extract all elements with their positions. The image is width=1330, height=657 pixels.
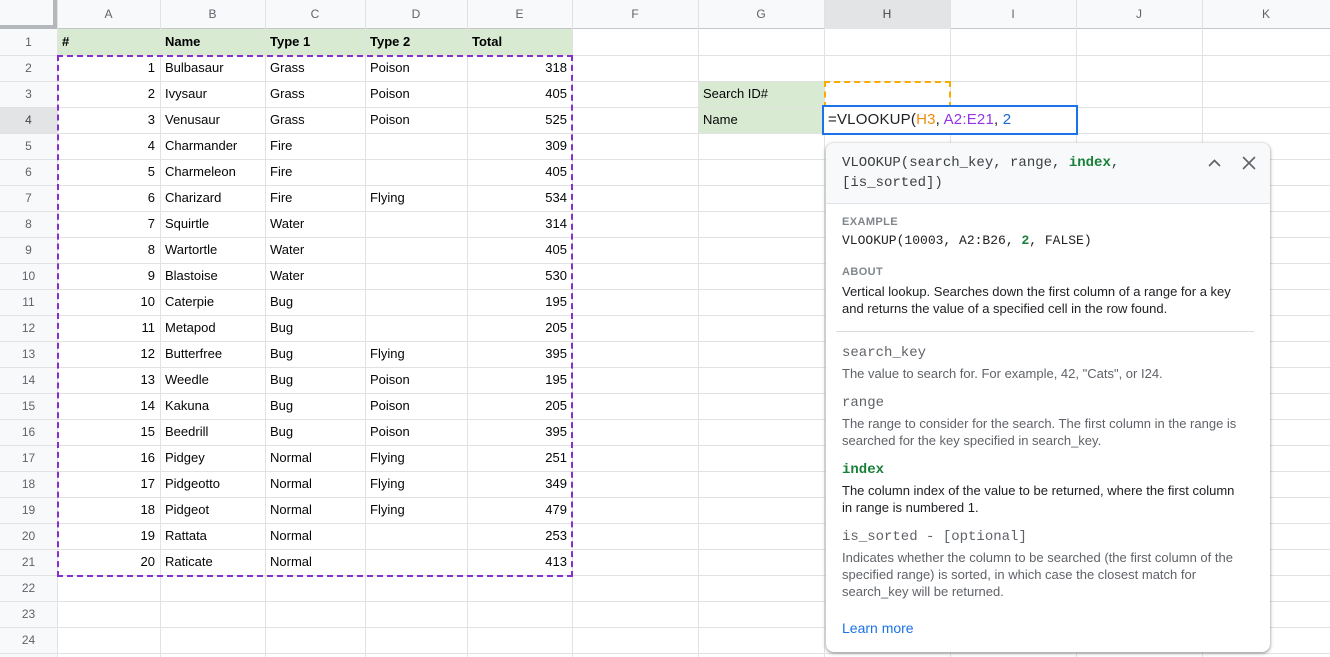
cell-editor[interactable]: =VLOOKUP(H3, A2:E21, 2 — [822, 105, 1078, 135]
param-name-text: is_sorted — [842, 529, 918, 545]
column-header-A[interactable]: A — [57, 0, 160, 29]
param-name-text: search_key — [842, 345, 926, 361]
row-header-2[interactable]: 2 — [0, 55, 57, 81]
signature-prefix: VLOOKUP(search_key, range, — [842, 155, 1069, 171]
row-header-18[interactable]: 18 — [0, 471, 57, 497]
cell-G3[interactable]: Search ID# — [698, 81, 824, 107]
param-desc: Indicates whether the column to be searc… — [842, 549, 1246, 600]
range-highlight-purple — [57, 55, 573, 577]
learn-more-link[interactable]: Learn more — [842, 620, 914, 636]
cell-A1[interactable]: # — [57, 29, 160, 55]
param-range: range The range to consider for the sear… — [842, 394, 1246, 449]
column-header-K[interactable]: K — [1202, 0, 1330, 29]
param-index: index The column index of the value to b… — [842, 461, 1246, 516]
row-header-14[interactable]: 14 — [0, 367, 57, 393]
row-header-13[interactable]: 13 — [0, 341, 57, 367]
example-formula: VLOOKUP(10003, A2:B26, 2, FALSE) — [842, 233, 1246, 249]
param-is-sorted: is_sorted - [optional] Indicates whether… — [842, 528, 1246, 600]
column-header-D[interactable]: D — [365, 0, 467, 29]
popup-header-actions — [1208, 153, 1256, 170]
row-header-22[interactable]: 22 — [0, 575, 57, 601]
divider — [836, 331, 1254, 332]
cell-B1[interactable]: Name — [160, 29, 265, 55]
signature-active-param: index — [1069, 155, 1111, 171]
example-prefix: VLOOKUP(10003, A2:B26, — [842, 233, 1021, 248]
column-header-G[interactable]: G — [698, 0, 824, 29]
row-header-1[interactable]: 1 — [0, 29, 57, 55]
row-header-17[interactable]: 17 — [0, 445, 57, 471]
column-header-B[interactable]: B — [160, 0, 265, 29]
param-name: is_sorted - [optional] — [842, 528, 1246, 546]
reference-highlight-orange — [824, 81, 951, 108]
param-name: search_key — [842, 344, 1246, 362]
cell-C1[interactable]: Type 1 — [265, 29, 365, 55]
param-desc: The range to consider for the search. Th… — [842, 415, 1246, 449]
collapse-icon[interactable] — [1208, 159, 1221, 167]
row-header-20[interactable]: 20 — [0, 523, 57, 549]
param-name: range — [842, 394, 1246, 412]
param-search-key: search_key The value to search for. For … — [842, 344, 1246, 382]
row-header-8[interactable]: 8 — [0, 211, 57, 237]
popup-header: VLOOKUP(search_key, range, index, [is_so… — [826, 143, 1270, 204]
column-header-C[interactable]: C — [265, 0, 365, 29]
row-header-24[interactable]: 24 — [0, 627, 57, 653]
spreadsheet-app: ABCDEFGHIJK12345678910111213141516171819… — [0, 0, 1330, 657]
param-desc: The value to search for. For example, 42… — [842, 365, 1246, 382]
example-suffix: , FALSE) — [1029, 233, 1091, 248]
about-text: Vertical lookup. Searches down the first… — [842, 283, 1246, 317]
row-header-4[interactable]: 4 — [0, 107, 57, 133]
cell-E1[interactable]: Total — [467, 29, 572, 55]
cell-D1[interactable]: Type 2 — [365, 29, 467, 55]
gridline — [0, 653, 1330, 654]
column-header-F[interactable]: F — [572, 0, 698, 29]
formula-token-3: A2:E21 — [944, 111, 994, 128]
row-header-16[interactable]: 16 — [0, 419, 57, 445]
cell-G4[interactable]: Name — [698, 107, 824, 133]
formula-token-2: , — [936, 111, 944, 128]
formula-signature: VLOOKUP(search_key, range, index, [is_so… — [842, 153, 1198, 193]
row-header-11[interactable]: 11 — [0, 289, 57, 315]
select-all-corner[interactable] — [0, 0, 57, 29]
param-desc: The column index of the value to be retu… — [842, 482, 1246, 516]
row-header-6[interactable]: 6 — [0, 159, 57, 185]
row-header-10[interactable]: 10 — [0, 263, 57, 289]
row-header-19[interactable]: 19 — [0, 497, 57, 523]
param-name-suffix: - [optional] — [918, 529, 1027, 545]
row-header-12[interactable]: 12 — [0, 315, 57, 341]
close-icon[interactable] — [1242, 156, 1256, 170]
popup-body: EXAMPLE VLOOKUP(10003, A2:B26, 2, FALSE)… — [826, 204, 1270, 652]
column-header-H[interactable]: H — [824, 0, 950, 29]
about-label: ABOUT — [842, 266, 1246, 278]
formula-token-4: , — [994, 111, 1003, 128]
param-name-text: range — [842, 395, 884, 411]
row-header-3[interactable]: 3 — [0, 81, 57, 107]
column-header-J[interactable]: J — [1076, 0, 1202, 29]
example-label: EXAMPLE — [842, 216, 1246, 228]
row-header-15[interactable]: 15 — [0, 393, 57, 419]
row-header-21[interactable]: 21 — [0, 549, 57, 575]
formula-token-0: =VLOOKUP( — [828, 111, 916, 128]
param-name: index — [842, 461, 1246, 479]
column-header-E[interactable]: E — [467, 0, 572, 29]
param-name-text: index — [842, 462, 884, 478]
formula-help-popup: VLOOKUP(search_key, range, index, [is_so… — [826, 143, 1270, 652]
formula-token-1: H3 — [916, 111, 936, 128]
row-header-9[interactable]: 9 — [0, 237, 57, 263]
formula-token-5: 2 — [1003, 111, 1012, 128]
row-header-23[interactable]: 23 — [0, 601, 57, 627]
column-header-I[interactable]: I — [950, 0, 1076, 29]
row-header-7[interactable]: 7 — [0, 185, 57, 211]
row-header-5[interactable]: 5 — [0, 133, 57, 159]
